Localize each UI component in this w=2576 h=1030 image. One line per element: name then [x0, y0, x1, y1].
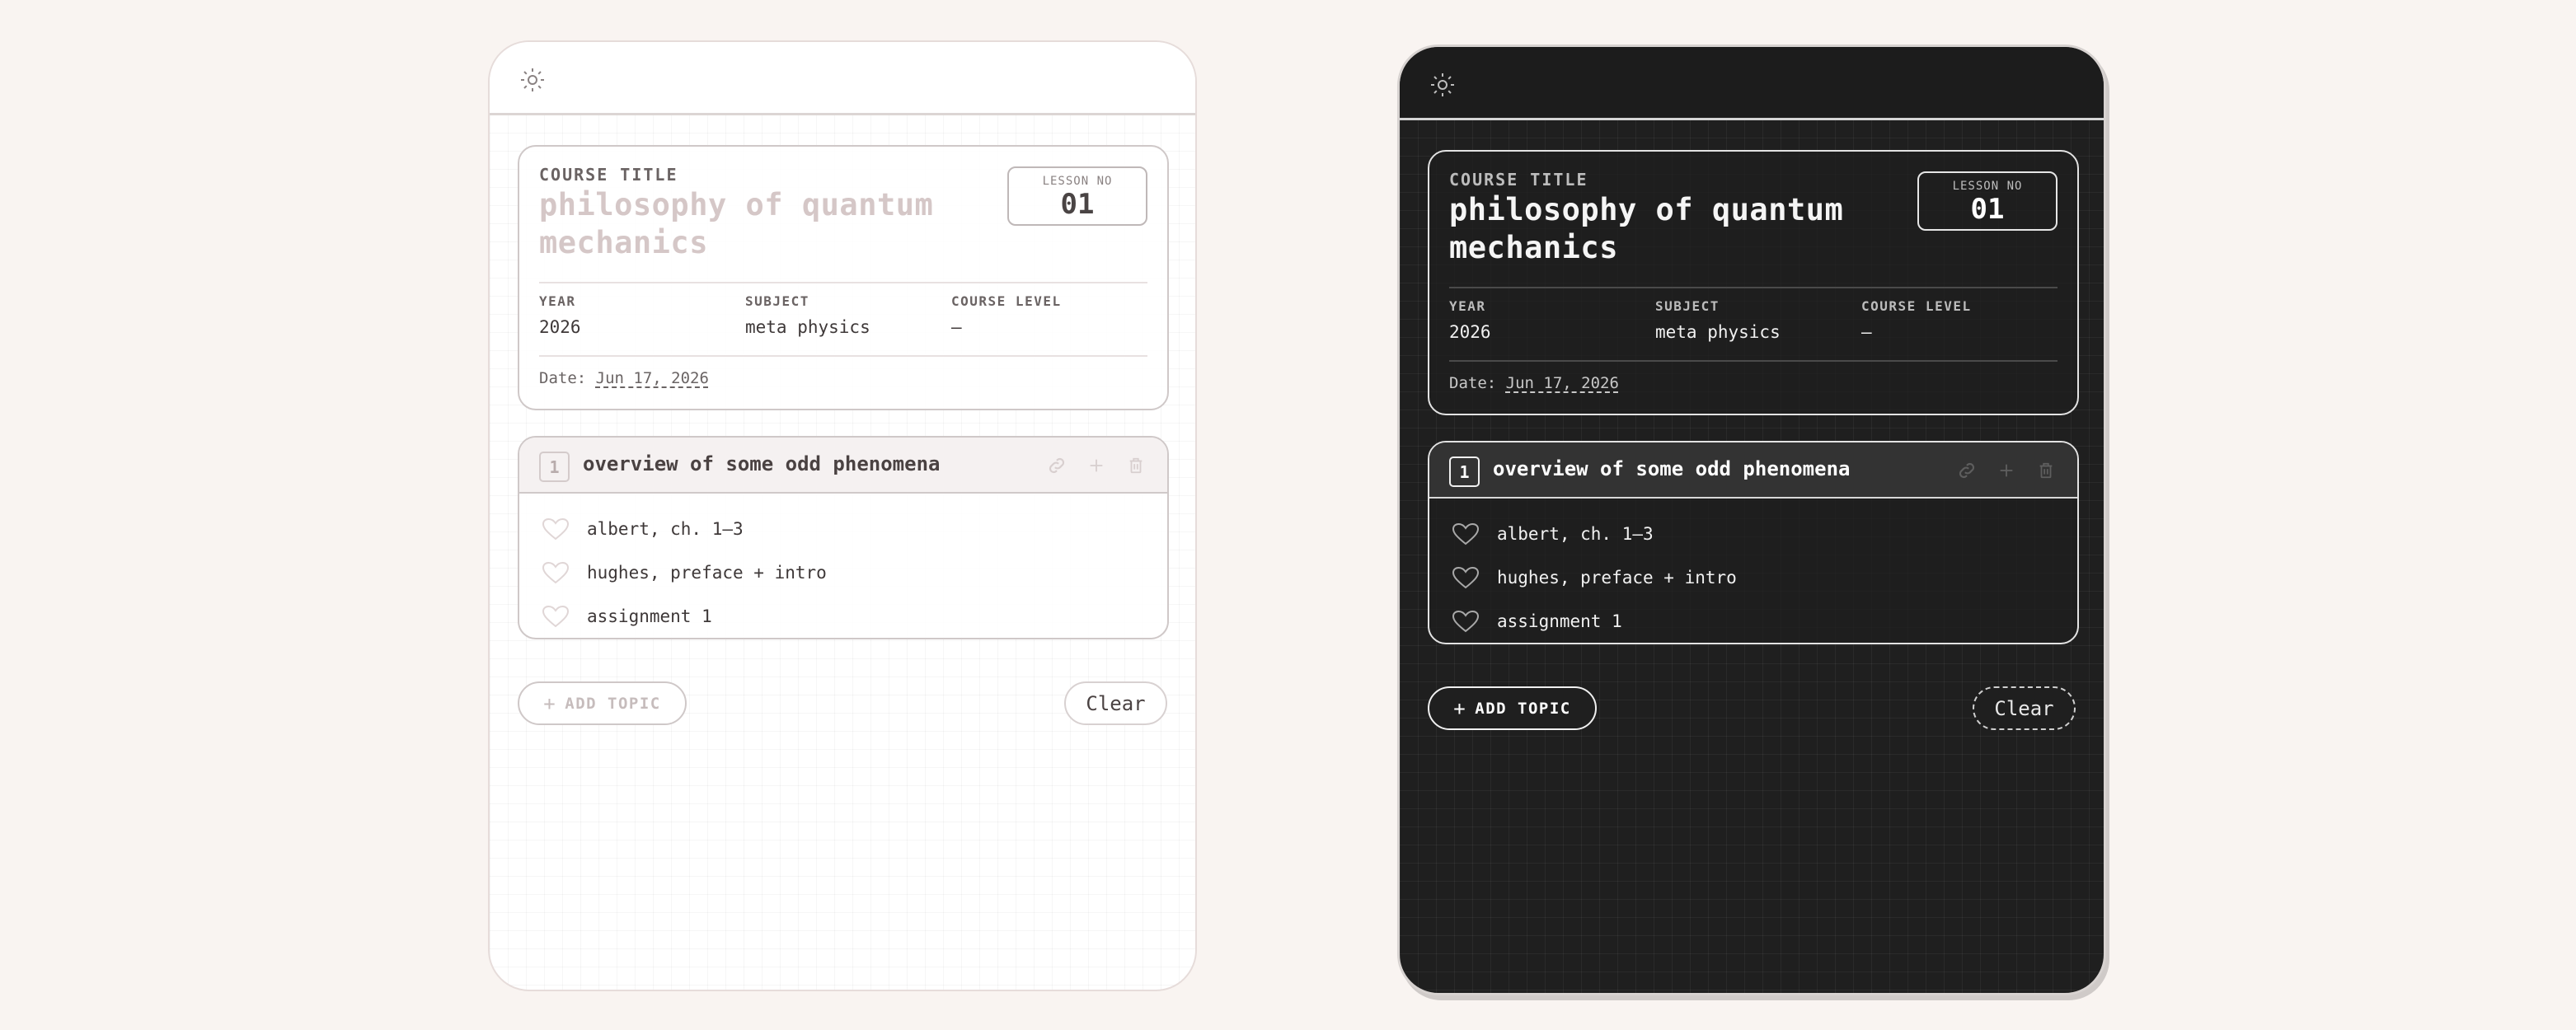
link-icon [1959, 462, 1975, 479]
topic-header: 1 overview of some odd phenomena [519, 438, 1167, 494]
subject-value[interactable]: meta physics [1655, 322, 1781, 342]
course-level-field[interactable]: COURSE LEVEL – [951, 293, 1062, 337]
lesson-number-label: LESSON NO [1042, 175, 1113, 188]
heart-icon[interactable] [1451, 522, 1480, 546]
lesson-number-value[interactable]: 01 [1919, 194, 2056, 224]
heart-icon[interactable] [541, 517, 570, 541]
list-item: albert, ch. 1–3 [519, 507, 1167, 550]
link-button[interactable] [1955, 459, 1978, 482]
year-field[interactable]: YEAR 2026 [1449, 298, 1491, 342]
date-row: Date: Jun 17, 2026 [539, 369, 709, 387]
topic-card: 1 overview of some odd phenomena albert,… [518, 436, 1169, 639]
add-item-button[interactable] [1085, 454, 1108, 477]
list-item: hughes, preface + intro [1429, 555, 2077, 599]
lesson-number-field[interactable]: LESSON NO 01 [1007, 166, 1147, 226]
theme-toggle-button[interactable] [1428, 70, 1457, 100]
add-topic-label: ADD TOPIC [565, 694, 661, 713]
list-item-label[interactable]: assignment 1 [1497, 611, 1622, 631]
light-theme-panel: COURSE TITLE philosophy of quantum mecha… [488, 40, 1197, 991]
date-label: Date: [1449, 374, 1497, 392]
list-item: assignment 1 [1429, 599, 2077, 643]
add-topic-button[interactable]: + ADD TOPIC [1428, 686, 1597, 730]
divider [1449, 360, 2058, 362]
list-item-label[interactable]: albert, ch. 1–3 [587, 519, 744, 539]
year-field[interactable]: YEAR 2026 [539, 293, 581, 337]
date-picker[interactable]: Jun 17, 2026 [1506, 374, 1619, 392]
list-item-label[interactable]: hughes, preface + intro [1497, 568, 1737, 588]
topic-item-list: albert, ch. 1–3 hughes, preface + intro … [1429, 512, 2077, 643]
list-item-label[interactable]: assignment 1 [587, 606, 712, 626]
link-icon [1049, 457, 1065, 474]
add-topic-button[interactable]: + ADD TOPIC [518, 681, 687, 725]
top-bar [1400, 47, 2104, 120]
topic-header: 1 overview of some odd phenomena [1429, 442, 2077, 499]
trash-icon [1129, 457, 1143, 474]
date-picker[interactable]: Jun 17, 2026 [596, 369, 709, 387]
plus-icon [2000, 464, 2013, 477]
delete-topic-button[interactable] [2034, 459, 2058, 482]
link-button[interactable] [1045, 454, 1068, 477]
list-item: albert, ch. 1–3 [1429, 512, 2077, 555]
top-bar [490, 42, 1195, 115]
topic-item-list: albert, ch. 1–3 hughes, preface + intro … [519, 507, 1167, 638]
delete-topic-button[interactable] [1124, 454, 1147, 477]
sun-icon [1431, 73, 1454, 96]
topic-actions [1955, 459, 2058, 482]
subject-label: SUBJECT [1655, 298, 1720, 314]
course-title-label: COURSE TITLE [539, 165, 678, 185]
topic-title[interactable]: overview of some odd phenomena [583, 452, 940, 475]
divider [1449, 287, 2058, 288]
course-card: COURSE TITLE philosophy of quantum mecha… [518, 145, 1169, 410]
course-title-input[interactable]: philosophy of quantum mechanics [1449, 191, 1894, 267]
list-item-label[interactable]: albert, ch. 1–3 [1497, 524, 1654, 544]
year-label: YEAR [539, 293, 576, 309]
clear-button[interactable]: Clear [1973, 686, 2076, 730]
date-row: Date: Jun 17, 2026 [1449, 374, 1619, 392]
topic-number-badge: 1 [539, 452, 570, 482]
subject-label: SUBJECT [745, 293, 809, 309]
add-topic-label: ADD TOPIC [1475, 699, 1571, 718]
topic-actions [1045, 454, 1147, 477]
course-level-value[interactable]: – [951, 317, 1062, 337]
heart-icon[interactable] [1451, 565, 1480, 590]
plus-icon [1090, 459, 1103, 472]
plus-icon: + [543, 691, 557, 715]
course-title-input[interactable]: philosophy of quantum mechanics [539, 186, 984, 262]
heart-icon[interactable] [541, 604, 570, 629]
plus-icon: + [1453, 696, 1467, 720]
sun-icon [521, 68, 544, 91]
list-item: assignment 1 [519, 594, 1167, 638]
topic-title[interactable]: overview of some odd phenomena [1493, 457, 1850, 480]
list-item: hughes, preface + intro [519, 550, 1167, 594]
clear-button[interactable]: Clear [1064, 681, 1167, 725]
lesson-number-field[interactable]: LESSON NO 01 [1917, 171, 2058, 231]
heart-icon[interactable] [541, 560, 570, 585]
trash-icon [2039, 462, 2053, 479]
subject-value[interactable]: meta physics [745, 317, 870, 337]
subject-field[interactable]: SUBJECT meta physics [1655, 298, 1781, 342]
list-item-label[interactable]: hughes, preface + intro [587, 563, 827, 583]
date-label: Date: [539, 369, 587, 387]
divider [539, 355, 1147, 357]
year-value[interactable]: 2026 [1449, 322, 1491, 342]
year-label: YEAR [1449, 298, 1486, 314]
course-title-label: COURSE TITLE [1449, 170, 1588, 190]
lesson-number-label: LESSON NO [1952, 180, 2023, 193]
course-card: COURSE TITLE philosophy of quantum mecha… [1428, 150, 2079, 415]
course-level-value[interactable]: – [1861, 322, 1972, 342]
topic-number-badge: 1 [1449, 456, 1480, 487]
divider [539, 282, 1147, 283]
course-level-field[interactable]: COURSE LEVEL – [1861, 298, 1972, 342]
course-level-label: COURSE LEVEL [951, 293, 1062, 309]
topic-card: 1 overview of some odd phenomena albert,… [1428, 441, 2079, 644]
theme-toggle-button[interactable] [518, 65, 547, 95]
add-item-button[interactable] [1995, 459, 2018, 482]
course-level-label: COURSE LEVEL [1861, 298, 1972, 314]
dark-theme-panel: COURSE TITLE philosophy of quantum mecha… [1397, 44, 2106, 995]
year-value[interactable]: 2026 [539, 317, 581, 337]
lesson-number-value[interactable]: 01 [1009, 190, 1146, 219]
subject-field[interactable]: SUBJECT meta physics [745, 293, 870, 337]
heart-icon[interactable] [1451, 609, 1480, 634]
